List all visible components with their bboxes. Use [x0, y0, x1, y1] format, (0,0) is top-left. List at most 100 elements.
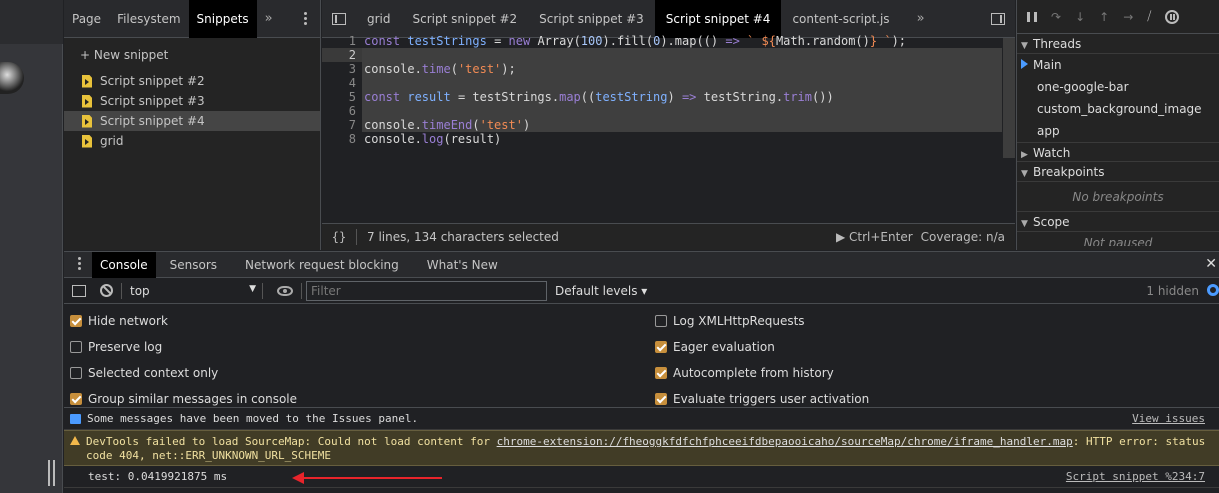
code-line: const testStrings = new Array(100).fill(…: [364, 34, 907, 48]
expanded-triangle-icon: ▼: [1021, 219, 1028, 229]
console-settings: Hide network Preserve log Selected conte…: [64, 304, 1219, 408]
tab-console[interactable]: Console: [92, 251, 156, 278]
context-selector[interactable]: top ▼: [130, 284, 262, 298]
resize-grip[interactable]: [48, 460, 50, 486]
tab-filesystem[interactable]: Filesystem: [109, 0, 188, 38]
navigator-tabbar: Page Filesystem Snippets »: [64, 0, 320, 38]
setting-label: Selected context only: [88, 366, 219, 380]
setting-selected-context[interactable]: Selected context only: [70, 364, 218, 382]
line-number: 2: [322, 48, 362, 62]
code-line: [362, 48, 1002, 62]
checkbox[interactable]: [655, 315, 667, 327]
editor-tab-content-script[interactable]: content-script.js: [781, 0, 900, 38]
checkbox-checked[interactable]: [70, 315, 82, 327]
setting-label: Autocomplete from history: [673, 366, 834, 380]
editor-tab-snippet-4[interactable]: Script snippet #4: [654, 0, 782, 38]
thread-item[interactable]: custom_background_image: [1017, 98, 1219, 120]
sourcemap-link[interactable]: chrome-extension://fheoggkfdfchfphceeifd…: [497, 435, 1073, 448]
checkbox-checked[interactable]: [655, 393, 667, 405]
breakpoints-label: Breakpoints: [1033, 165, 1105, 179]
editor-tab-grid[interactable]: grid: [356, 0, 402, 38]
tab-page[interactable]: Page: [64, 0, 109, 38]
run-shortcut-label: Ctrl+Enter: [849, 230, 913, 244]
watch-section-header[interactable]: ▶ Watch: [1017, 142, 1219, 162]
view-issues-link[interactable]: View issues: [1132, 408, 1205, 430]
checkbox-checked[interactable]: [655, 341, 667, 353]
thread-item[interactable]: app: [1017, 120, 1219, 142]
setting-label: Hide network: [88, 314, 168, 328]
checkbox-checked[interactable]: [655, 367, 667, 379]
console-message-log: test: 0.0419921875 ms Script snippet %23…: [64, 466, 1219, 488]
breakpoints-section-header[interactable]: ▼ Breakpoints: [1017, 162, 1219, 182]
scope-section-header[interactable]: ▼ Scope: [1017, 212, 1219, 232]
snippet-item-selected[interactable]: Script snippet #4: [64, 111, 320, 131]
pause-icon[interactable]: [1027, 11, 1037, 22]
tab-network-request-blocking[interactable]: Network request blocking: [231, 252, 413, 278]
checkbox[interactable]: [70, 341, 82, 353]
snippet-item[interactable]: Script snippet #3: [64, 91, 320, 111]
step-out-icon[interactable]: ↑: [1099, 10, 1109, 24]
context-value: top: [130, 283, 150, 298]
live-expression-eye-icon[interactable]: [277, 285, 293, 296]
more-tabs-chevron-icon[interactable]: »: [909, 11, 933, 26]
resize-grip-2[interactable]: [53, 460, 55, 486]
drawer-tabbar: Console Sensors Network request blocking…: [64, 251, 1219, 278]
selection-info: 7 lines, 134 characters selected: [367, 230, 559, 244]
drawer-menu-icon[interactable]: [64, 257, 84, 272]
kebab-menu-icon[interactable]: [304, 12, 308, 27]
step-over-icon[interactable]: ↷: [1051, 10, 1061, 24]
step-icon[interactable]: →: [1123, 10, 1133, 24]
tab-sensors[interactable]: Sensors: [156, 252, 231, 278]
log-source-link[interactable]: Script snippet %234:7: [1066, 466, 1205, 488]
snippet-file-icon: [82, 74, 92, 88]
code-line: const result = testStrings.map((testStri…: [362, 90, 1002, 104]
info-message-text: Some messages have been moved to the Iss…: [87, 412, 419, 425]
more-tabs-chevron-icon[interactable]: »: [257, 11, 281, 26]
new-snippet-button[interactable]: + New snippet: [64, 45, 320, 65]
checkbox-checked[interactable]: [70, 393, 82, 405]
threads-section-header[interactable]: ▼ Threads: [1017, 34, 1219, 54]
dropdown-arrow-icon: ▼: [249, 283, 256, 294]
setting-eager-evaluation[interactable]: Eager evaluation: [655, 338, 775, 356]
thread-item[interactable]: one-google-bar: [1017, 76, 1219, 98]
pause-on-exceptions-icon[interactable]: [1165, 9, 1180, 24]
sidebar-toggle-icon[interactable]: [72, 284, 86, 297]
snippet-list: Script snippet #2 Script snippet #3 Scri…: [64, 71, 320, 151]
filter-input[interactable]: [306, 280, 547, 301]
editor-tab-snippet-3[interactable]: Script snippet #3: [528, 0, 655, 38]
scope-label: Scope: [1033, 215, 1070, 229]
pretty-print-button[interactable]: {}: [322, 230, 356, 244]
setting-log-xhr[interactable]: Log XMLHttpRequests: [655, 312, 805, 330]
warning-message: DevTools failed to load SourceMap: Could…: [86, 435, 1216, 465]
setting-evaluate-triggers[interactable]: Evaluate triggers user activation: [655, 390, 869, 408]
tab-whats-new[interactable]: What's New: [413, 252, 512, 278]
snippet-label: Script snippet #4: [100, 114, 205, 128]
snippet-item[interactable]: grid: [64, 131, 320, 151]
setting-preserve-log[interactable]: Preserve log: [70, 338, 162, 356]
toggle-navigator-icon[interactable]: [332, 12, 346, 25]
code-area[interactable]: 1 const testStrings = new Array(100).fill…: [322, 34, 1002, 224]
thread-item-main[interactable]: Main: [1017, 54, 1219, 76]
run-snippet-button[interactable]: ▶ Ctrl+Enter: [836, 230, 913, 244]
browser-top-bar: [0, 0, 63, 44]
console-toolbar: top ▼ Default levels ▾ 1 hidden: [64, 278, 1219, 304]
not-paused-label: Not paused: [1083, 236, 1153, 246]
step-into-icon[interactable]: ↓: [1075, 10, 1085, 24]
gear-icon[interactable]: [1207, 284, 1219, 296]
snippet-item[interactable]: Script snippet #2: [64, 71, 320, 91]
tab-snippets[interactable]: Snippets: [188, 0, 257, 38]
editor-scrollbar[interactable]: [1003, 38, 1015, 158]
checkbox[interactable]: [70, 367, 82, 379]
close-icon[interactable]: ✕: [1205, 256, 1217, 272]
deactivate-breakpoints-icon[interactable]: ⧸: [1147, 9, 1151, 24]
snippet-file-icon: [82, 114, 92, 128]
setting-hide-network[interactable]: Hide network: [70, 312, 168, 330]
setting-autocomplete-history[interactable]: Autocomplete from history: [655, 364, 834, 382]
divider: [262, 282, 263, 299]
thread-label: Main: [1033, 58, 1062, 72]
clear-console-icon[interactable]: [100, 284, 113, 297]
toggle-debugger-icon[interactable]: [991, 12, 1005, 25]
log-levels-dropdown[interactable]: Default levels ▾: [555, 284, 647, 298]
setting-group-similar[interactable]: Group similar messages in console: [70, 390, 297, 408]
editor-tab-snippet-2[interactable]: Script snippet #2: [402, 0, 529, 38]
